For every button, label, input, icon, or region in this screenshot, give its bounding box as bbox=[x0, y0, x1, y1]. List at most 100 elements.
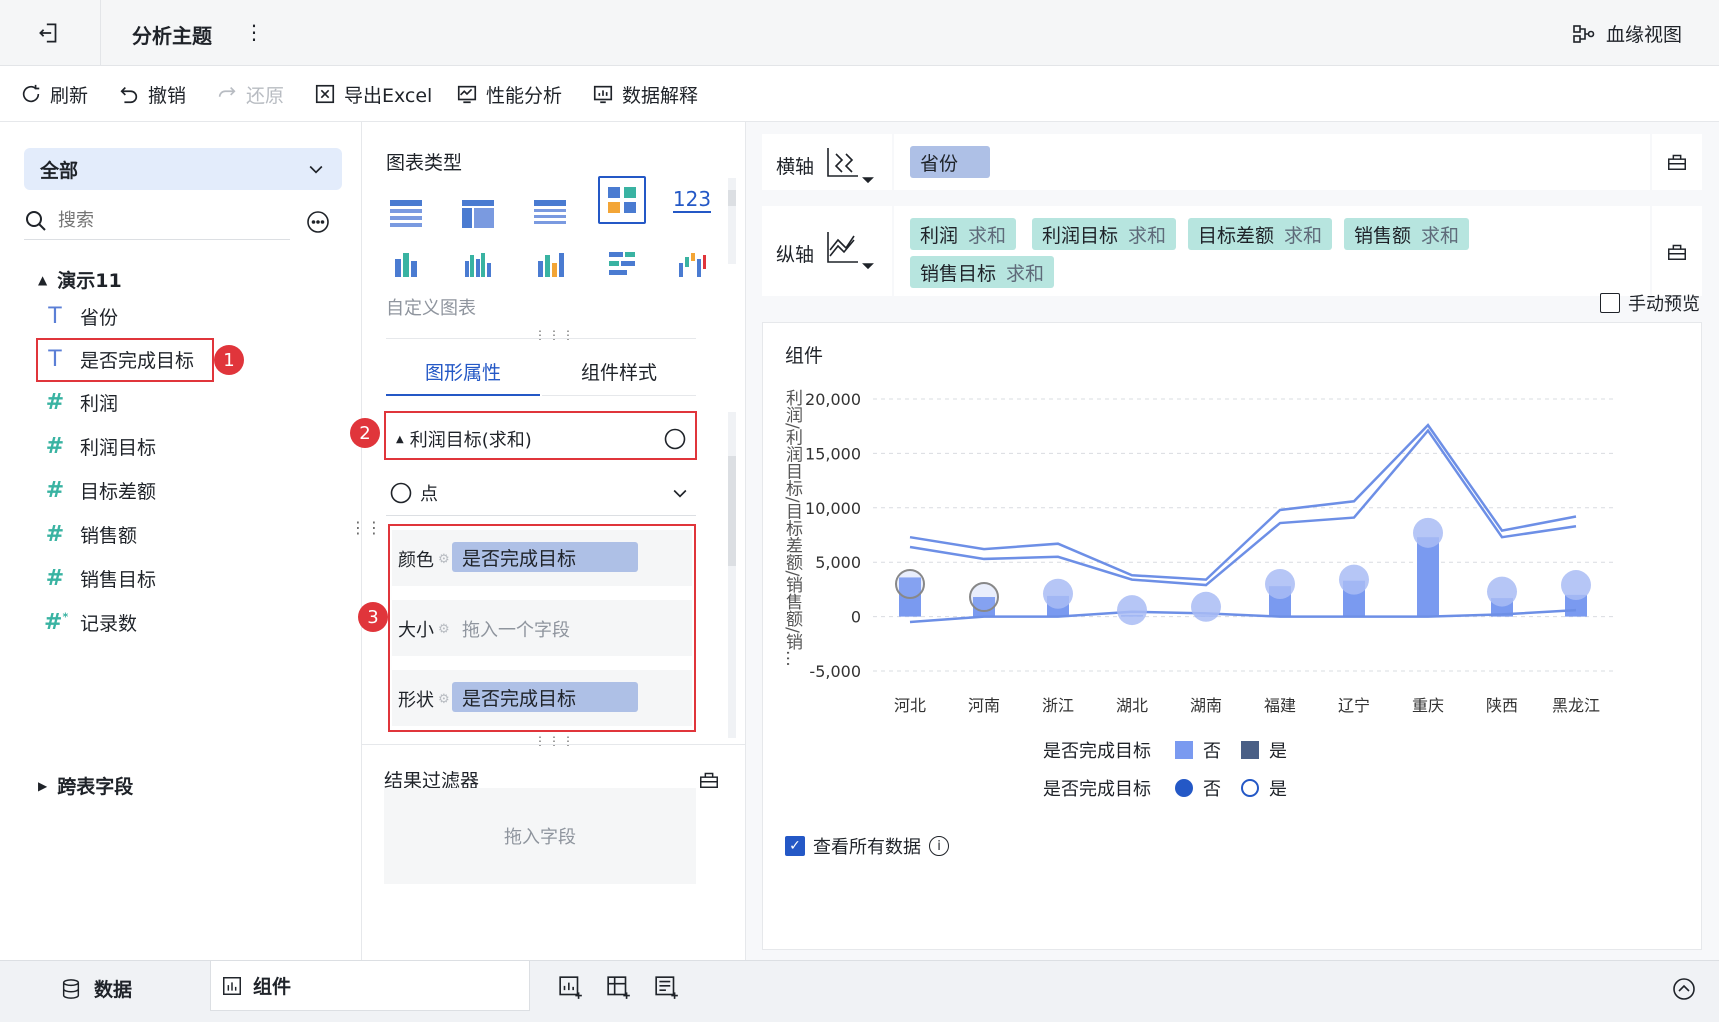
undo-button[interactable]: 撤销 bbox=[118, 66, 186, 122]
point bbox=[1265, 568, 1295, 599]
cross-table-group[interactable]: ▶ 跨表字段 bbox=[38, 772, 133, 799]
field-item-profit[interactable]: # 利润 bbox=[44, 384, 118, 420]
group-header[interactable]: ▲ 演示11 bbox=[38, 266, 122, 293]
tab-data[interactable]: 数据 bbox=[60, 975, 132, 1002]
number-field-icon: # bbox=[45, 433, 65, 459]
lock-icon[interactable] bbox=[698, 768, 722, 792]
field-item-sales-target[interactable]: # 销售目标 bbox=[44, 560, 156, 596]
kpi-card-icon[interactable]: 123 bbox=[668, 176, 716, 224]
field-item-record-count[interactable]: #* 记录数 bbox=[44, 604, 137, 640]
y-field-pill-profit-target[interactable]: 利润目标 求和 bbox=[1032, 218, 1177, 250]
data-explain-button[interactable]: 数据解释 bbox=[592, 66, 698, 122]
tab-label: 图形属性 bbox=[424, 361, 501, 384]
combo-chart-icon[interactable] bbox=[598, 176, 646, 224]
field-item-sales[interactable]: # 销售额 bbox=[44, 516, 137, 552]
page-title: 分析主题 bbox=[132, 24, 212, 48]
export-label: 导出Excel bbox=[344, 84, 433, 107]
highlight-box-2 bbox=[384, 411, 697, 460]
add-chart-icon[interactable] bbox=[558, 975, 584, 1006]
scope-select[interactable]: 全部 bbox=[24, 148, 342, 190]
chart-type-title: 图表类型 bbox=[386, 152, 463, 174]
add-report-icon[interactable] bbox=[654, 975, 680, 1006]
custom-chart-label[interactable]: 自定义图表 bbox=[386, 294, 476, 320]
y-field-pill-sales[interactable]: 销售额 求和 bbox=[1344, 218, 1470, 250]
field-panel: 全部 ▲ 演示11 T省份 T是否完成目标 #利润 #利润目标 #目标差额 #销… bbox=[0, 122, 362, 960]
legend-dot-no[interactable] bbox=[1175, 779, 1193, 797]
collapse-up-icon[interactable] bbox=[1672, 977, 1696, 1006]
mark-type-select[interactable]: 点 bbox=[386, 470, 696, 516]
tab-component[interactable]: 组件 bbox=[210, 961, 530, 1011]
series-line bbox=[909, 608, 1577, 624]
horizontal-bar-icon[interactable] bbox=[598, 240, 646, 288]
field-item-province[interactable]: T 省份 bbox=[44, 298, 118, 334]
view-all-label: 查看所有数据 bbox=[813, 837, 921, 858]
info-icon[interactable]: i bbox=[929, 836, 949, 856]
manual-preview-toggle[interactable]: 手动预览 bbox=[1600, 290, 1700, 316]
table-chart-icon[interactable] bbox=[382, 190, 430, 238]
perf-analysis-button[interactable]: 性能分析 bbox=[456, 66, 562, 122]
filter-drop-zone[interactable]: 拖入字段 bbox=[384, 788, 696, 884]
stacked-bar-icon[interactable] bbox=[382, 240, 430, 288]
field-item-target-diff[interactable]: # 目标差额 bbox=[44, 472, 156, 508]
y-tick-label: 20,000 bbox=[805, 390, 861, 409]
y-field-pill-profit[interactable]: 利润 求和 bbox=[910, 218, 1017, 250]
scrollbar-track[interactable] bbox=[728, 178, 736, 264]
legend-label: 是 bbox=[1269, 779, 1287, 800]
tab-graphic-props[interactable]: 图形属性 bbox=[386, 348, 540, 396]
exit-icon[interactable] bbox=[36, 20, 62, 46]
waterfall-icon[interactable] bbox=[668, 240, 716, 288]
field-item-profit-target[interactable]: # 利润目标 bbox=[44, 428, 156, 464]
cross-table-icon[interactable] bbox=[454, 190, 502, 238]
number-field-icon: # bbox=[45, 565, 65, 591]
redo-button[interactable]: 还原 bbox=[216, 66, 284, 122]
x-field-pill[interactable]: 省份 bbox=[910, 146, 990, 178]
count-field-icon: #* bbox=[44, 609, 69, 635]
refresh-label: 刷新 bbox=[50, 84, 89, 107]
tab-component-style[interactable]: 组件样式 bbox=[542, 348, 696, 396]
search-input[interactable] bbox=[58, 210, 258, 231]
drag-handle-bottom[interactable]: ⋮⋮⋮ bbox=[534, 734, 576, 748]
x-axis-sort-icon[interactable] bbox=[824, 144, 878, 184]
legend-swatch-no[interactable] bbox=[1175, 741, 1193, 759]
refresh-button[interactable]: 刷新 bbox=[20, 66, 88, 122]
checkbox[interactable] bbox=[1600, 293, 1620, 313]
lineage-icon bbox=[1573, 24, 1595, 43]
add-table-icon[interactable] bbox=[606, 975, 632, 1006]
lineage-label: 血缘视图 bbox=[1606, 24, 1683, 46]
lock-icon[interactable] bbox=[1666, 150, 1690, 174]
view-all-data[interactable]: ✓ 查看所有数据 i bbox=[785, 833, 949, 859]
undo-icon bbox=[120, 86, 138, 104]
y-tick-label: 5,000 bbox=[815, 553, 861, 572]
redo-icon bbox=[218, 86, 236, 97]
canvas-area: 横轴 省份 纵轴 利润 求和 利润目标 求和 目标差额 求和 销售额 求和 销售目标 求和… bbox=[746, 122, 1719, 960]
caret-down-icon: ▲ bbox=[38, 272, 48, 287]
legend-swatch-yes[interactable] bbox=[1241, 741, 1259, 759]
legend-ring-yes[interactable] bbox=[1241, 779, 1259, 797]
redo-label: 还原 bbox=[246, 84, 285, 107]
lineage-view-button[interactable]: 血缘视图 bbox=[1572, 20, 1682, 47]
field-label: 利润 bbox=[80, 392, 119, 415]
chevron-down-icon bbox=[309, 165, 323, 174]
refresh-icon bbox=[22, 84, 40, 103]
bar-chart-icon[interactable] bbox=[526, 240, 574, 288]
point bbox=[1191, 591, 1221, 622]
more-icon[interactable]: ⋮ bbox=[244, 20, 264, 44]
more-options-icon[interactable] bbox=[306, 210, 330, 234]
x-tick-label: 湖南 bbox=[1190, 696, 1222, 715]
detail-table-icon[interactable] bbox=[526, 190, 574, 238]
export-excel-button[interactable]: 导出Excel bbox=[314, 66, 432, 122]
drag-handle-top[interactable]: ⋮⋮⋮ bbox=[534, 328, 576, 342]
point-hollow bbox=[969, 582, 999, 613]
y-field-pill-sales-target[interactable]: 销售目标 求和 bbox=[910, 256, 1055, 288]
y-axis-sort-icon[interactable] bbox=[824, 228, 878, 272]
legend-label: 否 bbox=[1203, 741, 1221, 762]
search-box[interactable] bbox=[24, 202, 290, 240]
perf-label: 性能分析 bbox=[486, 84, 563, 107]
y-field-pill-target-diff[interactable]: 目标差额 求和 bbox=[1188, 218, 1333, 250]
checked-checkbox-icon[interactable]: ✓ bbox=[785, 836, 805, 856]
text-field-icon: T bbox=[48, 303, 62, 329]
chevron-down-icon bbox=[673, 489, 687, 498]
lock-icon[interactable] bbox=[1666, 240, 1690, 264]
grouped-bar-icon[interactable] bbox=[454, 240, 502, 288]
props-scrollbar[interactable] bbox=[728, 412, 736, 738]
